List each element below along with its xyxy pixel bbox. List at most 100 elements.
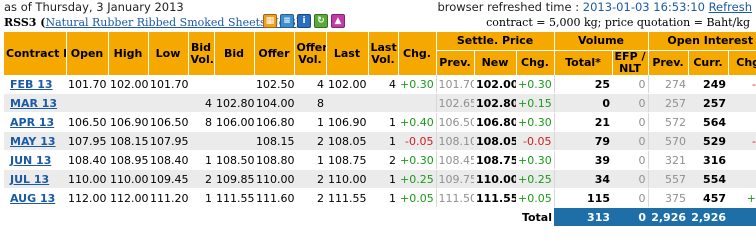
- refresh-link[interactable]: Refresh: [709, 0, 752, 14]
- col-settle-prev: Prev.: [435, 50, 474, 75]
- cell-last-vol: [368, 93, 398, 113]
- cell-bid: 109.85: [214, 169, 254, 189]
- cell-sp-prev: 108.45: [435, 150, 474, 170]
- cell-last: 108.05: [326, 131, 368, 151]
- cell-oi-prev: 570: [647, 131, 689, 151]
- cell-month[interactable]: JUN 13: [4, 150, 66, 170]
- col-oi-chg: Chg.: [727, 50, 756, 75]
- cell-oi-chg: 0: [728, 93, 756, 113]
- cell-open: 112.00: [66, 188, 108, 208]
- col-bid: Bid: [213, 32, 254, 75]
- cell-high: 108.95: [108, 150, 148, 170]
- cell-oi-chg: -5: [728, 150, 756, 170]
- cell-last: 108.75: [326, 150, 368, 170]
- col-efp-nlt: EFP / NLT: [611, 50, 649, 75]
- cell-efp: 0: [612, 150, 649, 170]
- cell-offer-vol: 8: [294, 93, 326, 113]
- cell-month[interactable]: FEB 13: [4, 75, 66, 94]
- cell-oi-curr: 249: [688, 75, 729, 94]
- group-volume: Volume: [553, 32, 649, 51]
- group-open-interest: Open Interest: [647, 32, 756, 51]
- col-offer-vol: Offer Vol.: [293, 32, 326, 75]
- cell-vol-total: 0: [553, 93, 613, 113]
- totals-row: Total 313 0 2,926 2,926 0: [4, 207, 756, 226]
- col-offer: Offer: [253, 32, 294, 75]
- col-oi-prev: Prev.: [647, 50, 689, 75]
- cell-efp: 0: [612, 188, 649, 208]
- cell-last-vol: 1: [368, 188, 398, 208]
- cell-sp-new: 102.80: [474, 93, 516, 113]
- contract-month-link[interactable]: FEB 13: [10, 78, 53, 91]
- total-oi-chg: 0: [728, 207, 756, 226]
- cell-offer: 108.80: [254, 150, 294, 170]
- cell-bid: 102.80: [214, 93, 254, 113]
- group-settle-price: Settle. Price: [435, 32, 555, 51]
- refreshed-label: browser refreshed time :: [437, 0, 583, 14]
- refresh-info: browser refreshed time : 2013-01-03 16:5…: [437, 0, 752, 14]
- cell-sp-new: 111.55: [474, 188, 516, 208]
- symbol-code: RSS3: [4, 16, 37, 29]
- cell-month[interactable]: MAR 13: [4, 93, 66, 113]
- cell-high: 106.90: [108, 112, 148, 132]
- contract-month-link[interactable]: AUG 13: [10, 192, 55, 205]
- cell-month[interactable]: AUG 13: [4, 188, 66, 208]
- col-settle-new: New: [473, 50, 516, 75]
- cell-low: [148, 93, 188, 113]
- text-export-icon[interactable]: ≡: [280, 14, 294, 28]
- cell-sp-chg: +0.30: [516, 150, 555, 170]
- cell-open: 108.40: [66, 150, 108, 170]
- cell-month[interactable]: JUL 13: [4, 169, 66, 189]
- cell-bid-vol: [188, 75, 214, 94]
- col-chg: Chg.: [397, 32, 436, 75]
- col-last: Last: [325, 32, 368, 75]
- table-row: APR 13 106.50 106.90 106.50 8 106.00 106.80 1 10…: [4, 112, 756, 132]
- contract-month-link[interactable]: JUN 13: [10, 154, 51, 167]
- cell-oi-curr: 257: [688, 93, 729, 113]
- cell-chg: +0.40: [398, 112, 436, 132]
- cell-offer: 102.50: [254, 75, 294, 94]
- cell-month[interactable]: MAY 13: [4, 131, 66, 151]
- cell-sp-chg: +0.30: [516, 75, 555, 94]
- total-label: Total: [4, 207, 555, 226]
- col-settle-chg: Chg.: [515, 50, 555, 75]
- info-icon[interactable]: i: [297, 14, 311, 28]
- cell-offer-vol: 2: [294, 169, 326, 189]
- cell-high: [108, 93, 148, 113]
- cell-low: 106.50: [148, 112, 188, 132]
- cell-low: 109.45: [148, 169, 188, 189]
- cell-vol-total: 21: [553, 112, 613, 132]
- cell-sp-prev: 111.50: [435, 188, 474, 208]
- col-oi-curr: Curr.: [687, 50, 729, 75]
- contract-month-link[interactable]: MAR 13: [10, 97, 57, 110]
- cell-offer-vol: 2: [294, 131, 326, 151]
- symbol-name-link[interactable]: Natural Rubber Ribbed Smoked Sheets No 3: [46, 16, 296, 29]
- cell-bid: 106.00: [214, 112, 254, 132]
- title-row: RSS3 (Natural Rubber Ribbed Smoked Sheet…: [4, 14, 752, 32]
- contract-month-link[interactable]: JUL 13: [10, 173, 49, 186]
- cell-bid: [214, 131, 254, 151]
- cell-month[interactable]: APR 13: [4, 112, 66, 132]
- cell-last-vol: 4: [368, 75, 398, 94]
- excel-export-icon[interactable]: ▦: [263, 14, 277, 28]
- cell-offer: 110.00: [254, 169, 294, 189]
- table-row: AUG 13 112.00 112.00 111.20 1 111.55 111.60 2 11…: [4, 188, 756, 208]
- cell-chg: [398, 93, 436, 113]
- cell-low: 111.20: [148, 188, 188, 208]
- quote-table: Contract Month Open High Low Bid Vol. Bi…: [4, 32, 756, 226]
- cell-high: 108.15: [108, 131, 148, 151]
- as-of-date: as of Thursday, 3 January 2013: [4, 0, 184, 14]
- cell-offer-vol: 1: [294, 112, 326, 132]
- cell-efp: 0: [612, 75, 649, 94]
- refresh-green-icon[interactable]: ↻: [314, 14, 328, 28]
- cell-bid-vol: 4: [188, 93, 214, 113]
- col-open: Open: [65, 32, 108, 75]
- contract-month-link[interactable]: APR 13: [10, 116, 54, 129]
- cell-last: 106.90: [326, 112, 368, 132]
- cell-offer: 111.60: [254, 188, 294, 208]
- contract-info: contract = 5,000 kg; price quotation = B…: [486, 16, 750, 29]
- cell-oi-chg: -41: [728, 131, 756, 151]
- chart-icon[interactable]: ▲: [331, 14, 345, 28]
- cell-oi-prev: 274: [647, 75, 689, 94]
- cell-sp-prev: 108.10: [435, 131, 474, 151]
- contract-month-link[interactable]: MAY 13: [10, 135, 56, 148]
